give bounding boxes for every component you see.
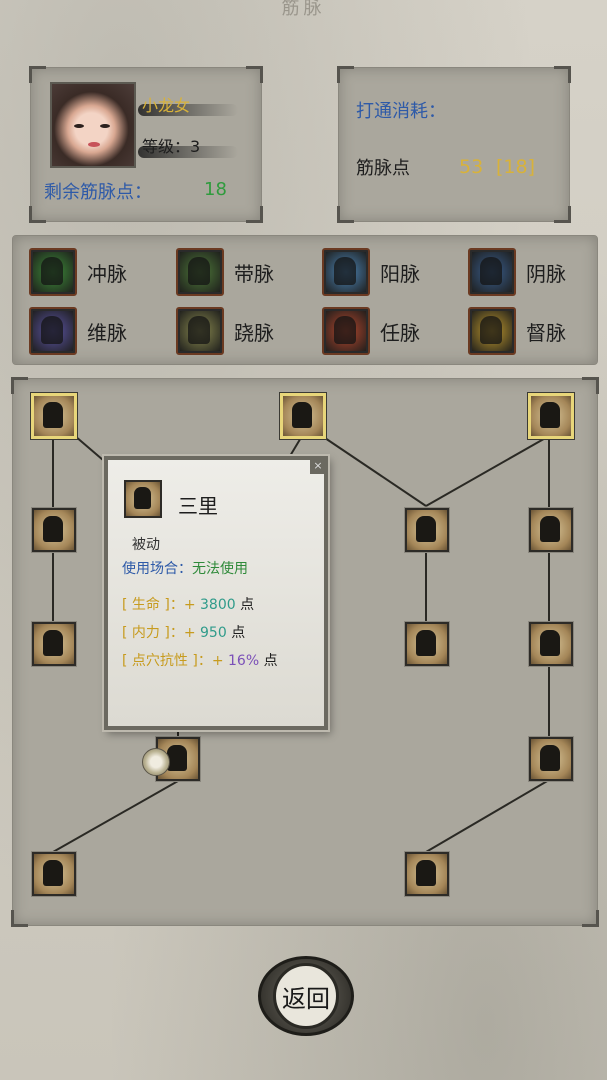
stat-acupoint-resist: [ 点穴抗性 ]：+ 16% 点 <box>122 653 278 669</box>
stat-mp: [ 内力 ]：+ 950 点 <box>122 625 246 641</box>
stat-hp: [ 生命 ]：+ 3800 点 <box>122 597 255 613</box>
acupoint-node[interactable] <box>529 737 573 781</box>
acupoint-icon <box>124 480 162 518</box>
acupoint-node[interactable] <box>405 622 449 666</box>
acupoint-node[interactable] <box>529 508 573 552</box>
acupoint-name: 三里 <box>178 494 218 518</box>
acupoint-node[interactable] <box>528 393 574 439</box>
acupoint-node[interactable] <box>405 852 449 896</box>
acupoint-tooltip: × 三里 被动 使用场合：无法使用 [ 生命 ]：+ 3800 点 [ 内力 ]… <box>104 456 328 730</box>
acupoint-node[interactable] <box>32 852 76 896</box>
back-button[interactable]: 返回 <box>258 956 354 1036</box>
acupoint-node[interactable] <box>32 508 76 552</box>
close-icon[interactable]: × <box>310 458 326 474</box>
acupoint-usage: 使用场合：无法使用 <box>122 561 248 577</box>
acupoint-type: 被动 <box>132 537 160 553</box>
acupoint-node[interactable] <box>31 393 77 439</box>
acupoint-node[interactable] <box>32 622 76 666</box>
coin-icon <box>142 748 170 776</box>
back-button-label: 返回 <box>273 963 339 1029</box>
acupoint-node[interactable] <box>405 508 449 552</box>
acupoint-node[interactable] <box>280 393 326 439</box>
acupoint-node[interactable] <box>529 622 573 666</box>
